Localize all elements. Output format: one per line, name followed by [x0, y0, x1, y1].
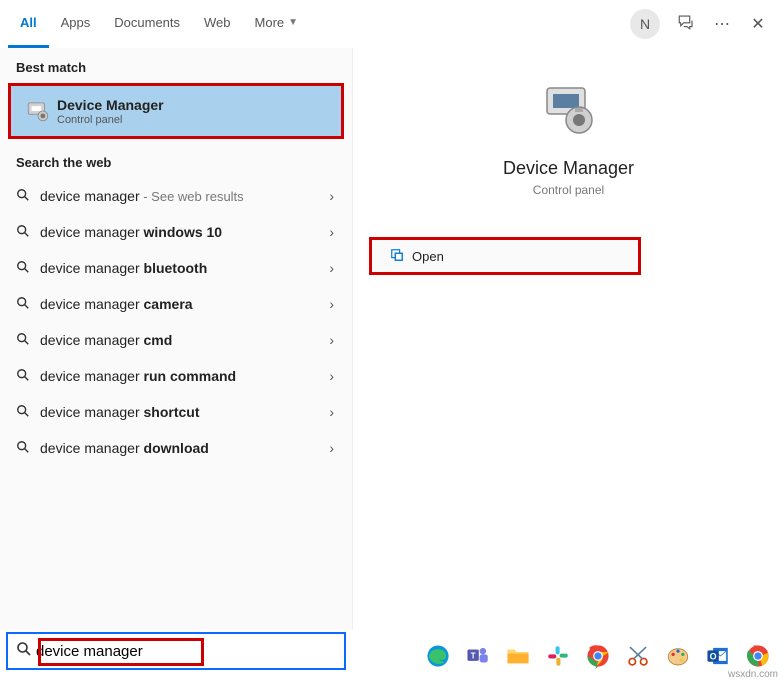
web-result-5[interactable]: device manager run command›: [0, 358, 352, 394]
chevron-right-icon[interactable]: ›: [323, 332, 340, 348]
search-icon: [12, 296, 34, 313]
chevron-right-icon[interactable]: ›: [323, 188, 340, 204]
search-bar[interactable]: [6, 632, 346, 670]
web-result-3[interactable]: device manager camera›: [0, 286, 352, 322]
teams-icon[interactable]: T: [460, 638, 496, 674]
tab-apps[interactable]: Apps: [49, 0, 103, 48]
search-icon: [12, 260, 34, 277]
best-match-title: Device Manager: [57, 97, 329, 113]
web-result-text: device manager shortcut: [34, 404, 323, 420]
watermark: wsxdn.com: [728, 669, 778, 680]
preview-panel: Device Manager Control panel Open: [352, 48, 784, 630]
web-result-2[interactable]: device manager bluetooth›: [0, 250, 352, 286]
scope-tabs: All Apps Documents Web More▼: [8, 0, 310, 48]
close-icon[interactable]: ✕: [748, 14, 768, 34]
search-icon: [12, 188, 34, 205]
search-icon: [16, 641, 32, 661]
chrome-icon[interactable]: [580, 638, 616, 674]
web-result-text: device manager run command: [34, 368, 323, 384]
web-result-4[interactable]: device manager cmd›: [0, 322, 352, 358]
best-match-label: Best match: [0, 48, 352, 83]
open-action[interactable]: Open: [369, 237, 641, 275]
web-result-1[interactable]: device manager windows 10›: [0, 214, 352, 250]
tab-more[interactable]: More▼: [243, 0, 311, 48]
web-result-text: device manager - See web results: [34, 188, 323, 204]
preview-title: Device Manager: [353, 158, 784, 179]
best-match-subtitle: Control panel: [57, 114, 329, 126]
tab-all[interactable]: All: [8, 0, 49, 48]
chevron-right-icon[interactable]: ›: [323, 224, 340, 240]
chevron-right-icon[interactable]: ›: [323, 368, 340, 384]
search-web-label: Search the web: [0, 143, 352, 178]
open-label: Open: [412, 249, 444, 264]
web-result-text: device manager download: [34, 440, 323, 456]
file-explorer-icon[interactable]: [500, 638, 536, 674]
web-result-0[interactable]: device manager - See web results›: [0, 178, 352, 214]
feedback-icon[interactable]: [676, 13, 696, 36]
tab-documents[interactable]: Documents: [102, 0, 192, 48]
search-input[interactable]: [32, 639, 336, 664]
chevron-right-icon[interactable]: ›: [323, 440, 340, 456]
header-bar: All Apps Documents Web More▼ N ⋯ ✕: [0, 0, 784, 48]
user-avatar[interactable]: N: [630, 9, 660, 39]
svg-text:O: O: [710, 651, 717, 661]
best-match-result[interactable]: Device Manager Control panel: [8, 83, 344, 139]
preview-app-icon: [537, 78, 601, 142]
web-result-7[interactable]: device manager download›: [0, 430, 352, 466]
chevron-right-icon[interactable]: ›: [323, 404, 340, 420]
preview-subtitle: Control panel: [353, 183, 784, 197]
search-icon: [12, 224, 34, 241]
content-area: Best match Device Manager Control panel …: [0, 48, 784, 630]
search-icon: [12, 368, 34, 385]
tab-web[interactable]: Web: [192, 0, 243, 48]
snip-icon[interactable]: [620, 638, 656, 674]
web-result-text: device manager cmd: [34, 332, 323, 348]
edge-icon[interactable]: [420, 638, 456, 674]
web-result-6[interactable]: device manager shortcut›: [0, 394, 352, 430]
chevron-down-icon: ▼: [288, 17, 298, 28]
web-result-text: device manager camera: [34, 296, 323, 312]
slack-icon[interactable]: [540, 638, 576, 674]
search-icon: [12, 332, 34, 349]
web-result-text: device manager windows 10: [34, 224, 323, 240]
header-controls: N ⋯ ✕: [630, 9, 776, 39]
more-icon[interactable]: ⋯: [712, 14, 732, 34]
web-result-text: device manager bluetooth: [34, 260, 323, 276]
svg-text:T: T: [471, 651, 476, 660]
device-manager-icon: [23, 96, 53, 126]
chevron-right-icon[interactable]: ›: [323, 260, 340, 276]
paint-icon[interactable]: [660, 638, 696, 674]
open-icon: [390, 248, 412, 265]
search-icon: [12, 440, 34, 457]
chevron-right-icon[interactable]: ›: [323, 296, 340, 312]
search-icon: [12, 404, 34, 421]
results-panel: Best match Device Manager Control panel …: [0, 48, 352, 630]
